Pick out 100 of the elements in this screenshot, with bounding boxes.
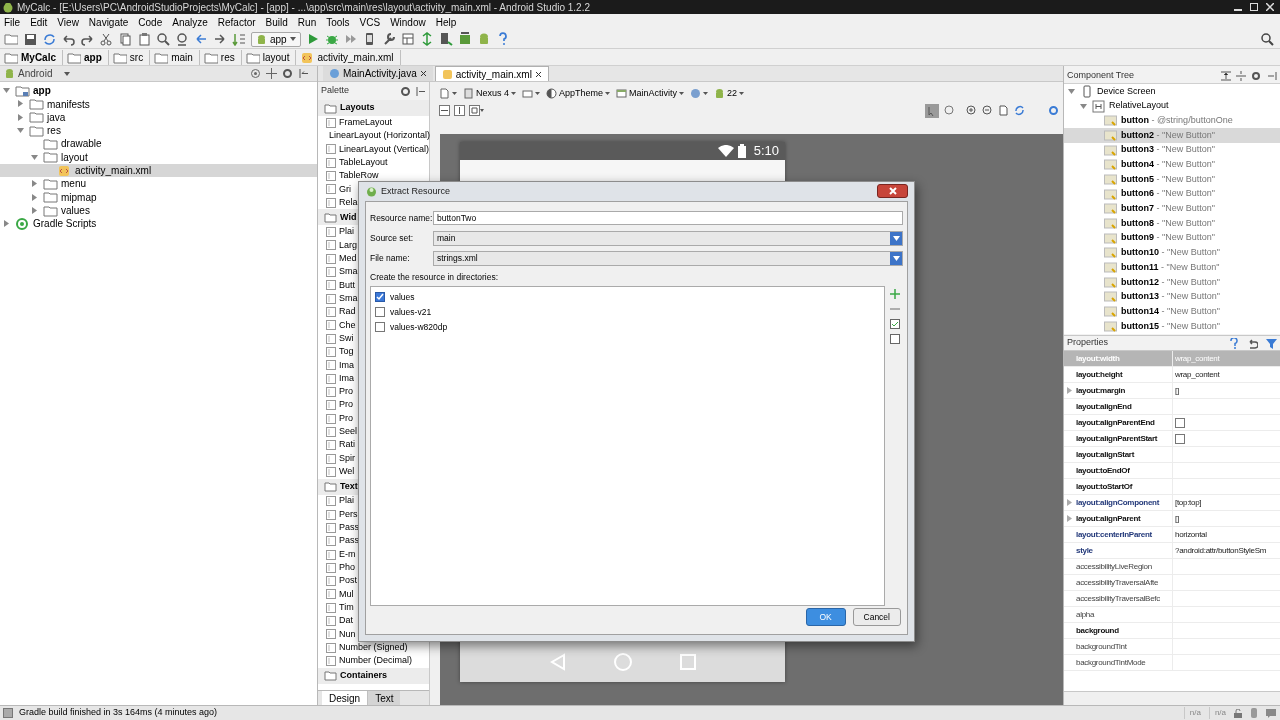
dropdown[interactable]: strings.xml: [433, 250, 903, 266]
editor-tab[interactable]: activity_main.xml: [434, 66, 549, 81]
property-name[interactable]: accessibilityLiveRegion: [1076, 560, 1152, 573]
property-name[interactable]: layout:alignStart: [1076, 448, 1135, 461]
palette-item[interactable]: Swi: [339, 331, 354, 346]
redo-icon[interactable]: [80, 32, 94, 46]
tree-item[interactable]: button9 - "New Button": [1121, 231, 1215, 245]
collapsed-arrow-icon[interactable]: [31, 180, 38, 188]
property-name[interactable]: layout:margin: [1076, 384, 1125, 397]
check-all-icon[interactable]: [890, 318, 900, 329]
property-name[interactable]: layout:alignParentStart: [1076, 432, 1158, 445]
checkbox-label[interactable]: values-w820dp: [390, 320, 448, 334]
property-name[interactable]: backgroundTint: [1076, 640, 1127, 653]
property-name[interactable]: layout:toStartOf: [1076, 480, 1133, 493]
uncheck-all-icon[interactable]: [890, 333, 900, 344]
tree-item[interactable]: button15 - "New Button": [1121, 319, 1220, 334]
zoom-in-icon[interactable]: [966, 105, 977, 116]
fit-width-icon[interactable]: [439, 105, 450, 116]
back-arrow-icon[interactable]: [194, 32, 208, 46]
zoom-out-icon[interactable]: [982, 105, 993, 116]
tree-item[interactable]: values: [61, 203, 90, 219]
palette-item[interactable]: Tim: [339, 601, 354, 615]
property-name[interactable]: background: [1076, 624, 1119, 637]
property-name[interactable]: layout:alignEnd: [1076, 400, 1132, 413]
palette-item[interactable]: Tog: [339, 345, 354, 359]
collapsed-arrow-icon[interactable]: [31, 193, 38, 201]
palette-item[interactable]: Sma: [339, 265, 358, 279]
palette-item[interactable]: Butt: [339, 278, 355, 293]
run-config-dropdown[interactable]: app: [251, 31, 301, 47]
palette-item[interactable]: TableLayout: [339, 155, 388, 170]
property-name[interactable]: layout:height: [1076, 368, 1123, 381]
menubar-entry[interactable]: View: [57, 14, 79, 30]
dialog-button[interactable]: Cancel: [852, 608, 901, 626]
lock-icon[interactable]: [1234, 708, 1242, 718]
palette-item[interactable]: Larg: [339, 238, 357, 253]
tree-item[interactable]: button10 - "New Button": [1121, 246, 1220, 260]
palette-group[interactable]: Wid: [340, 210, 357, 225]
palette-item[interactable]: Pro: [339, 411, 353, 426]
palette-item[interactable]: Che: [339, 318, 356, 332]
checkbox[interactable]: [1175, 433, 1185, 444]
tree-item[interactable]: button11 - "New Button": [1121, 260, 1220, 275]
tree-item[interactable]: java: [47, 109, 66, 125]
palette-item[interactable]: Seel: [339, 425, 357, 439]
tree-item[interactable]: button5 - "New Button": [1121, 172, 1215, 187]
palette-item[interactable]: Dat: [339, 614, 353, 628]
property-name[interactable]: accessibilityTraversalBefc: [1076, 592, 1160, 605]
palette-item[interactable]: TableRow: [339, 169, 379, 183]
property-name[interactable]: layout:alignParentEnd: [1076, 416, 1155, 429]
select-mode-icon[interactable]: [925, 103, 939, 118]
palette-item[interactable]: Mul: [339, 587, 354, 602]
palette-group[interactable]: Text: [340, 479, 358, 494]
expand-arrow-icon[interactable]: [1067, 387, 1072, 394]
breadcrumb-item[interactable]: main: [154, 49, 200, 65]
tree-item[interactable]: manifests: [47, 96, 90, 112]
checkbox[interactable]: [375, 307, 385, 318]
tree-item[interactable]: mipmap: [61, 189, 97, 205]
breadcrumb-item[interactable]: layout: [245, 49, 297, 65]
property-name[interactable]: layout:toEndOf: [1076, 464, 1130, 477]
palette-item[interactable]: Rad: [339, 305, 356, 319]
tree-item[interactable]: button13 - "New Button": [1121, 290, 1220, 304]
palette-item[interactable]: Gri: [339, 182, 351, 197]
open-folder-icon[interactable]: [4, 32, 18, 46]
breadcrumb-item[interactable]: app: [67, 49, 109, 65]
close-button[interactable]: [877, 183, 908, 198]
property-value[interactable]: ?android:attr/buttonStyleSm: [1175, 544, 1267, 557]
input-field[interactable]: buttonTwo: [433, 211, 903, 225]
palette-item[interactable]: Pers: [339, 507, 358, 522]
palette-item[interactable]: Wel: [339, 465, 355, 479]
expanded-arrow-icon[interactable]: [31, 153, 38, 161]
close-icon[interactable]: [534, 70, 542, 78]
view-dropdown[interactable]: Android: [4, 66, 70, 81]
expand-arrow-icon[interactable]: [1067, 499, 1072, 506]
palette-item[interactable]: Number (Decimal): [339, 654, 412, 668]
palette-item[interactable]: Plai: [339, 225, 354, 239]
palette-item[interactable]: Post: [339, 574, 357, 588]
tree-item[interactable]: Gradle Scripts: [33, 216, 97, 232]
tree-item[interactable]: button3 - "New Button": [1121, 143, 1215, 157]
property-name[interactable]: alpha: [1076, 608, 1095, 621]
sync-icon[interactable]: [42, 32, 56, 46]
api-dropdown[interactable]: 22: [714, 86, 745, 101]
menubar-entry[interactable]: Analyze: [172, 14, 208, 30]
menubar-entry[interactable]: Help: [435, 14, 457, 30]
palette-item[interactable]: Ima: [339, 371, 354, 386]
palette-item[interactable]: Pass: [339, 521, 359, 535]
menubar-entry[interactable]: Tools: [326, 14, 350, 30]
palette-item[interactable]: Number (Signed): [339, 641, 408, 655]
expand-all-icon[interactable]: [1221, 70, 1231, 81]
property-value[interactable]: horizontal: [1175, 528, 1207, 541]
hide-panel-icon[interactable]: [298, 68, 309, 79]
target-icon[interactable]: [250, 68, 261, 79]
activity-dropdown[interactable]: MainActivity: [616, 86, 685, 101]
tree-item[interactable]: RelativeLayout: [1109, 99, 1169, 113]
checkbox[interactable]: [375, 322, 385, 333]
checkbox-label[interactable]: values-v21: [390, 305, 432, 319]
event-log-icon[interactable]: [1266, 708, 1276, 718]
menubar-entry[interactable]: Build: [265, 14, 288, 30]
tree-item[interactable]: button14 - "New Button": [1121, 304, 1220, 319]
palette-item[interactable]: Rati: [339, 438, 355, 452]
palette-item[interactable]: LinearLayout (Horizontal): [329, 129, 431, 143]
palette-item[interactable]: Med: [339, 251, 357, 266]
